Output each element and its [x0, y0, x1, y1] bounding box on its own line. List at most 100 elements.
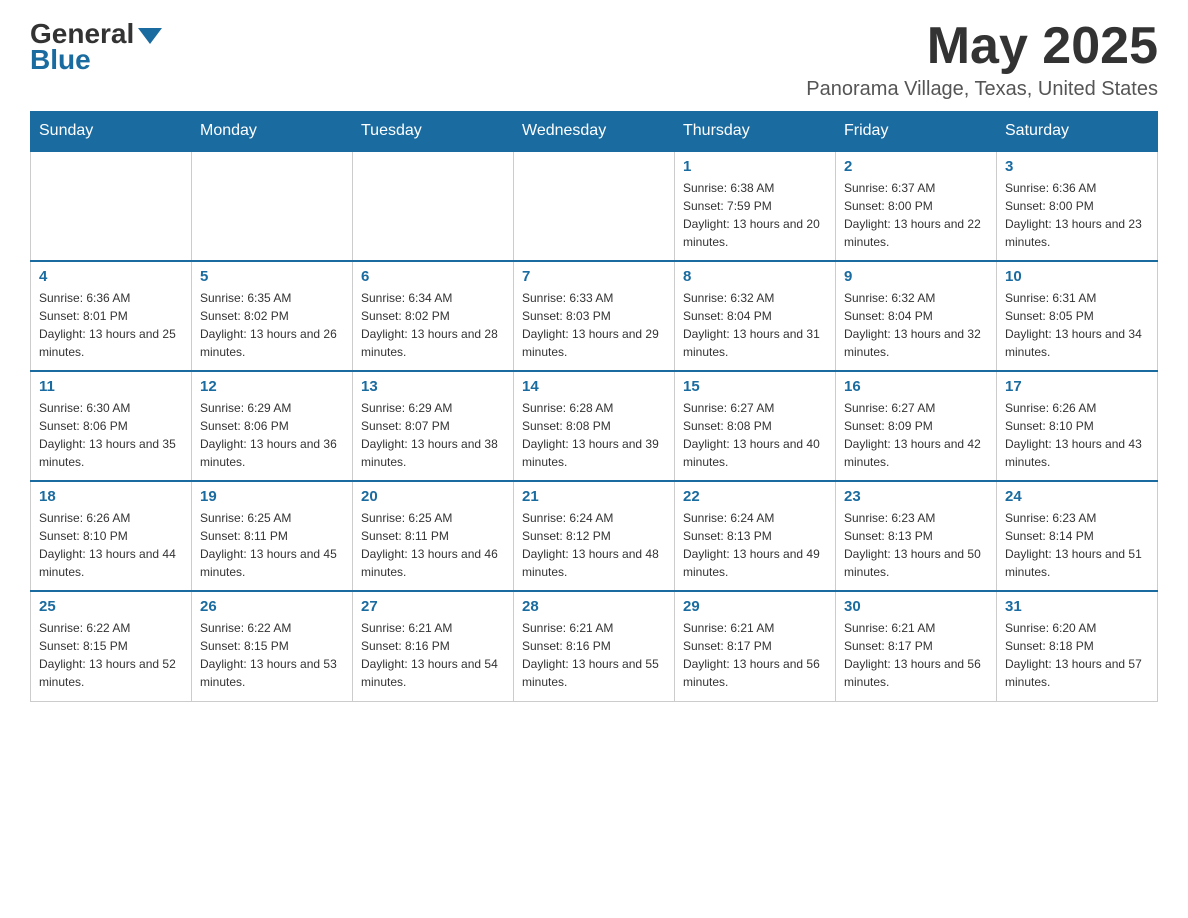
- calendar-cell: 1 Sunrise: 6:38 AMSunset: 7:59 PMDaylight…: [675, 151, 836, 261]
- day-number: 2: [844, 158, 988, 175]
- calendar-cell: 23 Sunrise: 6:23 AMSunset: 8:13 PMDayligh…: [836, 481, 997, 591]
- day-number: 15: [683, 378, 827, 395]
- calendar-cell: 10 Sunrise: 6:31 AMSunset: 8:05 PMDayligh…: [997, 261, 1158, 371]
- day-number: 16: [844, 378, 988, 395]
- day-number: 5: [200, 268, 344, 285]
- day-number: 19: [200, 488, 344, 505]
- day-info: Sunrise: 6:24 AMSunset: 8:13 PMDaylight:…: [683, 509, 827, 581]
- calendar-cell: 30 Sunrise: 6:21 AMSunset: 8:17 PMDayligh…: [836, 591, 997, 701]
- calendar-cell: 13 Sunrise: 6:29 AMSunset: 8:07 PMDayligh…: [353, 371, 514, 481]
- calendar-cell: [353, 151, 514, 261]
- day-number: 12: [200, 378, 344, 395]
- day-info: Sunrise: 6:31 AMSunset: 8:05 PMDaylight:…: [1005, 289, 1149, 361]
- calendar-cell: [192, 151, 353, 261]
- calendar-cell: 6 Sunrise: 6:34 AMSunset: 8:02 PMDaylight…: [353, 261, 514, 371]
- day-info: Sunrise: 6:21 AMSunset: 8:16 PMDaylight:…: [361, 619, 505, 691]
- week-row-5: 25 Sunrise: 6:22 AMSunset: 8:15 PMDayligh…: [31, 591, 1158, 701]
- header-day-saturday: Saturday: [997, 112, 1158, 152]
- calendar-cell: 20Sunrise: 6:25 AMSunset: 8:11 PMDayligh…: [353, 481, 514, 591]
- day-number: 24: [1005, 488, 1149, 505]
- header-day-wednesday: Wednesday: [514, 112, 675, 152]
- week-row-3: 11 Sunrise: 6:30 AMSunset: 8:06 PMDayligh…: [31, 371, 1158, 481]
- header-day-sunday: Sunday: [31, 112, 192, 152]
- day-info: Sunrise: 6:23 AMSunset: 8:14 PMDaylight:…: [1005, 509, 1149, 581]
- day-number: 4: [39, 268, 183, 285]
- calendar-cell: 11 Sunrise: 6:30 AMSunset: 8:06 PMDayligh…: [31, 371, 192, 481]
- day-info: Sunrise: 6:29 AMSunset: 8:06 PMDaylight:…: [200, 399, 344, 471]
- day-number: 7: [522, 268, 666, 285]
- day-info: Sunrise: 6:24 AMSunset: 8:12 PMDaylight:…: [522, 509, 666, 581]
- day-info: Sunrise: 6:21 AMSunset: 8:17 PMDaylight:…: [844, 619, 988, 691]
- day-number: 11: [39, 378, 183, 395]
- location: Panorama Village, Texas, United States: [806, 78, 1158, 101]
- day-number: 31: [1005, 598, 1149, 615]
- day-info: Sunrise: 6:21 AMSunset: 8:16 PMDaylight:…: [522, 619, 666, 691]
- calendar-cell: 26 Sunrise: 6:22 AMSunset: 8:15 PMDayligh…: [192, 591, 353, 701]
- calendar-cell: 2 Sunrise: 6:37 AMSunset: 8:00 PMDaylight…: [836, 151, 997, 261]
- day-info: Sunrise: 6:26 AMSunset: 8:10 PMDaylight:…: [39, 509, 183, 581]
- calendar-cell: 29Sunrise: 6:21 AMSunset: 8:17 PMDayligh…: [675, 591, 836, 701]
- day-number: 6: [361, 268, 505, 285]
- day-info: Sunrise: 6:30 AMSunset: 8:06 PMDaylight:…: [39, 399, 183, 471]
- header-day-thursday: Thursday: [675, 112, 836, 152]
- day-number: 29: [683, 598, 827, 615]
- day-number: 1: [683, 158, 827, 175]
- day-info: Sunrise: 6:32 AMSunset: 8:04 PMDaylight:…: [683, 289, 827, 361]
- page-header: General Blue May 2025 Panorama Village, …: [30, 20, 1158, 101]
- week-row-4: 18 Sunrise: 6:26 AMSunset: 8:10 PMDayligh…: [31, 481, 1158, 591]
- logo-arrow-icon: [138, 28, 162, 44]
- calendar-cell: 27 Sunrise: 6:21 AMSunset: 8:16 PMDayligh…: [353, 591, 514, 701]
- day-info: Sunrise: 6:38 AMSunset: 7:59 PMDaylight:…: [683, 179, 827, 251]
- day-number: 8: [683, 268, 827, 285]
- calendar-cell: 24 Sunrise: 6:23 AMSunset: 8:14 PMDayligh…: [997, 481, 1158, 591]
- day-info: Sunrise: 6:27 AMSunset: 8:08 PMDaylight:…: [683, 399, 827, 471]
- calendar-cell: [31, 151, 192, 261]
- calendar-cell: 15 Sunrise: 6:27 AMSunset: 8:08 PMDayligh…: [675, 371, 836, 481]
- day-number: 10: [1005, 268, 1149, 285]
- logo-blue: Blue: [30, 44, 91, 76]
- day-number: 26: [200, 598, 344, 615]
- day-number: 14: [522, 378, 666, 395]
- day-number: 17: [1005, 378, 1149, 395]
- day-info: Sunrise: 6:35 AMSunset: 8:02 PMDaylight:…: [200, 289, 344, 361]
- day-info: Sunrise: 6:22 AMSunset: 8:15 PMDaylight:…: [39, 619, 183, 691]
- calendar-cell: 28Sunrise: 6:21 AMSunset: 8:16 PMDayligh…: [514, 591, 675, 701]
- calendar-cell: 25 Sunrise: 6:22 AMSunset: 8:15 PMDayligh…: [31, 591, 192, 701]
- day-number: 9: [844, 268, 988, 285]
- day-info: Sunrise: 6:29 AMSunset: 8:07 PMDaylight:…: [361, 399, 505, 471]
- day-info: Sunrise: 6:25 AMSunset: 8:11 PMDaylight:…: [361, 509, 505, 581]
- day-number: 25: [39, 598, 183, 615]
- calendar-table: SundayMondayTuesdayWednesdayThursdayFrid…: [30, 111, 1158, 702]
- day-number: 22: [683, 488, 827, 505]
- calendar-cell: 14 Sunrise: 6:28 AMSunset: 8:08 PMDayligh…: [514, 371, 675, 481]
- calendar-cell: 21Sunrise: 6:24 AMSunset: 8:12 PMDayligh…: [514, 481, 675, 591]
- calendar-cell: 4Sunrise: 6:36 AMSunset: 8:01 PMDaylight…: [31, 261, 192, 371]
- calendar-cell: 31Sunrise: 6:20 AMSunset: 8:18 PMDayligh…: [997, 591, 1158, 701]
- day-info: Sunrise: 6:28 AMSunset: 8:08 PMDaylight:…: [522, 399, 666, 471]
- logo: General Blue: [30, 20, 162, 76]
- day-number: 23: [844, 488, 988, 505]
- day-info: Sunrise: 6:36 AMSunset: 8:00 PMDaylight:…: [1005, 179, 1149, 251]
- calendar-cell: 7 Sunrise: 6:33 AMSunset: 8:03 PMDaylight…: [514, 261, 675, 371]
- week-row-2: 4Sunrise: 6:36 AMSunset: 8:01 PMDaylight…: [31, 261, 1158, 371]
- day-info: Sunrise: 6:37 AMSunset: 8:00 PMDaylight:…: [844, 179, 988, 251]
- day-number: 30: [844, 598, 988, 615]
- header-day-friday: Friday: [836, 112, 997, 152]
- calendar-cell: 17Sunrise: 6:26 AMSunset: 8:10 PMDayligh…: [997, 371, 1158, 481]
- day-number: 27: [361, 598, 505, 615]
- day-info: Sunrise: 6:22 AMSunset: 8:15 PMDaylight:…: [200, 619, 344, 691]
- day-info: Sunrise: 6:25 AMSunset: 8:11 PMDaylight:…: [200, 509, 344, 581]
- day-number: 18: [39, 488, 183, 505]
- day-info: Sunrise: 6:33 AMSunset: 8:03 PMDaylight:…: [522, 289, 666, 361]
- day-info: Sunrise: 6:23 AMSunset: 8:13 PMDaylight:…: [844, 509, 988, 581]
- day-number: 13: [361, 378, 505, 395]
- calendar-cell: 8 Sunrise: 6:32 AMSunset: 8:04 PMDaylight…: [675, 261, 836, 371]
- calendar-cell: 5 Sunrise: 6:35 AMSunset: 8:02 PMDaylight…: [192, 261, 353, 371]
- header-day-monday: Monday: [192, 112, 353, 152]
- calendar-header: SundayMondayTuesdayWednesdayThursdayFrid…: [31, 112, 1158, 152]
- calendar-cell: 9Sunrise: 6:32 AMSunset: 8:04 PMDaylight…: [836, 261, 997, 371]
- calendar-cell: 16Sunrise: 6:27 AMSunset: 8:09 PMDayligh…: [836, 371, 997, 481]
- day-number: 3: [1005, 158, 1149, 175]
- title-block: May 2025 Panorama Village, Texas, United…: [806, 20, 1158, 101]
- day-info: Sunrise: 6:34 AMSunset: 8:02 PMDaylight:…: [361, 289, 505, 361]
